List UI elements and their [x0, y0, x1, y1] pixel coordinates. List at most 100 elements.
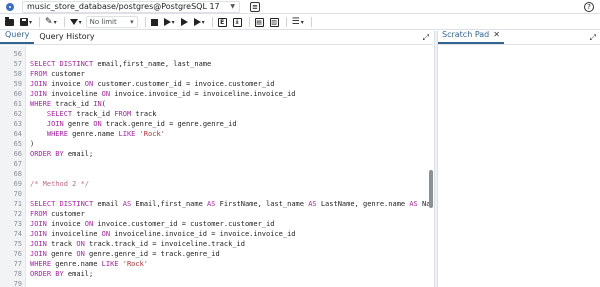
filter-icon	[69, 19, 78, 25]
code-line[interactable]: 58 FROM customer	[0, 69, 433, 79]
code-line[interactable]: 64 WHERE genre.name LIKE 'Rock'	[0, 129, 433, 139]
editor-tabs: Query Query History ⤢	[0, 30, 433, 45]
chevron-down-icon: ▾	[78, 18, 82, 26]
code-line[interactable]: 71 SELECT DISTINCT email AS Email,first_n…	[0, 199, 433, 209]
help-icon[interactable]: ?	[584, 2, 594, 12]
execute-button[interactable]: ▾	[162, 16, 177, 28]
code-text: JOIN invoice ON customer.customer_id = i…	[30, 80, 275, 88]
code-text: SELECT track_id FROM track	[46, 110, 157, 118]
edit-button[interactable]: ✎ ▾	[43, 16, 59, 28]
maximize-icon[interactable]: ⤢	[423, 33, 429, 43]
line-number: 57	[13, 60, 22, 68]
maximize-icon[interactable]: ⤢	[590, 33, 596, 43]
tab-query[interactable]: Query	[0, 30, 35, 44]
connection-bar: music_store_database/postgres@PostgreSQL…	[0, 0, 600, 14]
save-file-button[interactable]: ▾	[18, 16, 34, 28]
line-number: 73	[13, 220, 22, 228]
close-icon[interactable]: ✕	[493, 30, 500, 39]
code-line[interactable]: 75 JOIN track ON track.track_id = invoice…	[0, 239, 433, 249]
server-stack-icon[interactable]: ≡	[250, 1, 260, 12]
open-file-button[interactable]	[3, 16, 16, 28]
explain-icon: E	[217, 17, 227, 27]
line-number: 78	[13, 270, 22, 278]
chevron-down-icon: ▾	[171, 18, 175, 26]
code-line[interactable]: 76 JOIN genre ON genre.genre_id = track.g…	[0, 249, 433, 259]
code-line[interactable]: 57 SELECT DISTINCT email,first_name, last…	[0, 59, 433, 69]
save-icon	[20, 18, 28, 26]
code-text: FROM customer	[30, 70, 85, 78]
explain-button[interactable]: ▾	[192, 16, 207, 28]
database-icon	[6, 2, 14, 11]
code-text: ORDER BY email;	[30, 270, 94, 278]
line-number: 62	[13, 110, 22, 118]
line-number: 79	[13, 280, 22, 287]
line-number: 74	[13, 230, 22, 238]
rollback-icon: ▤	[254, 17, 264, 27]
play-icon	[180, 18, 188, 26]
tab-query-history[interactable]: Query History	[34, 32, 99, 44]
rollback-button[interactable]: ▤	[253, 16, 266, 28]
list-icon: ☰	[291, 17, 300, 27]
code-line[interactable]: 60 JOIN invoiceline ON invoice.invoice_id…	[0, 89, 433, 99]
code-line[interactable]: 62 SELECT track_id FROM track	[0, 109, 433, 119]
code-line[interactable]: 78 ORDER BY email;	[0, 269, 433, 279]
code-text: JOIN genre ON genre.genre_id = track.gen…	[30, 250, 220, 258]
code-line[interactable]: 65)	[0, 139, 433, 149]
folder-icon	[5, 16, 14, 26]
limit-label: No limit	[89, 18, 117, 26]
code-text: JOIN genre ON track.genre_id = genre.gen…	[46, 120, 237, 128]
pen-icon: ✎	[45, 17, 53, 27]
line-number: 68	[13, 170, 22, 178]
code-text: SELECT DISTINCT email,first_name, last_n…	[30, 60, 212, 68]
code-text: /* Method 2 */	[30, 180, 90, 188]
line-number: 66	[13, 150, 22, 158]
code-line[interactable]: 63 JOIN genre ON track.genre_id = genre.…	[0, 119, 433, 129]
code-line[interactable]: 73 JOIN invoice ON invoice.customer_id = …	[0, 219, 433, 229]
line-number: 72	[13, 210, 22, 218]
code-line[interactable]: 56	[0, 49, 433, 59]
scratch-tabs: Scratch Pad ✕ ⤢	[438, 30, 600, 45]
line-number: 75	[13, 240, 22, 248]
vertical-scrollbar[interactable]	[429, 170, 433, 208]
connection-select[interactable]: music_store_database/postgres@PostgreSQL…	[22, 0, 240, 13]
tab-scratch-pad[interactable]: Scratch Pad ✕	[438, 30, 504, 44]
sql-editor[interactable]: 56 57 SELECT DISTINCT email,first_name, la…	[0, 46, 433, 287]
explain-analyze-button[interactable]: E	[216, 16, 229, 28]
code-text: )	[30, 140, 35, 148]
toolbar-divider	[248, 17, 250, 27]
stop-icon	[150, 18, 158, 26]
toolbar-divider	[211, 17, 213, 27]
code-line[interactable]: 70	[0, 189, 433, 199]
code-line[interactable]: 77 WHERE genre.name LIKE 'Rock'	[0, 259, 433, 269]
filter-button[interactable]: ▾	[68, 16, 84, 28]
code-line[interactable]: 72 FROM customer	[0, 209, 433, 219]
stop-button[interactable]	[149, 16, 160, 28]
limit-select[interactable]: No limit ▾	[85, 16, 138, 28]
commit-button[interactable]: ⤓	[231, 16, 244, 28]
macros-button[interactable]: ☰ ▾	[290, 16, 306, 28]
code-text: WHERE genre.name LIKE 'Rock'	[30, 260, 149, 268]
chevron-down-icon: ▾	[201, 18, 205, 26]
code-line[interactable]: 66 ORDER BY email;	[0, 149, 433, 159]
code-line[interactable]: 68	[0, 169, 433, 179]
chevron-down-icon: ▾	[53, 18, 57, 26]
code-text: JOIN invoice ON invoice.customer_id = cu…	[30, 220, 275, 228]
history-button[interactable]: ▥	[268, 16, 281, 28]
code-line[interactable]: 74 JOIN invoiceline ON invoiceline.invoic…	[0, 229, 433, 239]
line-number: 67	[13, 160, 22, 168]
scratch-pad-area[interactable]	[438, 46, 600, 287]
line-number: 65	[13, 140, 22, 148]
toolbar-divider	[310, 17, 312, 27]
code-text: FROM customer	[30, 210, 85, 218]
code-line[interactable]: 61 WHERE track_id IN(	[0, 99, 433, 109]
line-number: 61	[13, 100, 22, 108]
code-line[interactable]: 59 JOIN invoice ON customer.customer_id =…	[0, 79, 433, 89]
chevron-down-icon: ▾	[29, 18, 33, 26]
code-line[interactable]: 69 /* Method 2 */	[0, 179, 433, 189]
chevron-down-icon: ▾	[130, 18, 134, 26]
line-number: 63	[13, 120, 22, 128]
execute-script-button[interactable]	[179, 16, 190, 28]
code-line[interactable]: 79	[0, 279, 433, 287]
line-number: 71	[13, 200, 22, 208]
code-line[interactable]: 67	[0, 159, 433, 169]
